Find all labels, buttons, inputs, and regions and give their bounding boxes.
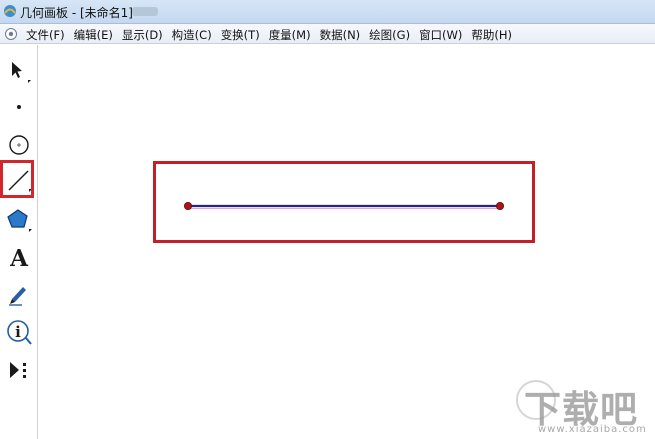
menu-help[interactable]: 帮助(H) [471, 27, 512, 43]
point-tool-button[interactable] [4, 92, 34, 122]
information-icon: i [7, 320, 32, 345]
polygon-icon [7, 209, 32, 232]
menu-file[interactable]: 文件(F) [26, 27, 65, 43]
polygon-tool-button[interactable] [4, 205, 34, 235]
menu-data[interactable]: 数据(N) [320, 27, 361, 43]
marker-pen-icon [9, 287, 26, 306]
segment-highlight-box [153, 161, 535, 243]
menu-edit[interactable]: 编辑(E) [74, 27, 113, 43]
menu-bar: 文件(F) 编辑(E) 显示(D) 构造(C) 变换(T) 度量(M) 数据(N… [0, 24, 655, 44]
marker-tool-button[interactable] [4, 279, 34, 309]
compass-circle-icon [9, 135, 29, 155]
document-icon[interactable] [4, 27, 18, 41]
text-tool-button[interactable]: A [4, 242, 34, 272]
selected-tool-highlight [0, 160, 34, 198]
menu-window[interactable]: 窗口(W) [419, 27, 462, 43]
arrow-tool-button[interactable] [4, 57, 34, 87]
toolbox: A i [0, 45, 38, 439]
arrow-select-icon [12, 62, 31, 83]
menu-transform[interactable]: 变换(T) [221, 27, 260, 43]
menu-construct[interactable]: 构造(C) [172, 27, 212, 43]
information-tool-button[interactable]: i [4, 317, 34, 347]
title-bar: 几何画板 - [未命名1] [0, 0, 655, 24]
svg-text:i: i [15, 323, 21, 341]
compass-tool-button[interactable] [4, 130, 34, 160]
custom-tool-icon [10, 362, 26, 378]
menu-display[interactable]: 显示(D) [122, 27, 163, 43]
window-title: 几何画板 - [未命名1] [20, 6, 133, 20]
point-icon [17, 105, 21, 109]
text-icon: A [9, 245, 29, 272]
menu-items: 文件(F) 编辑(E) 显示(D) 构造(C) 变换(T) 度量(M) 数据(N… [26, 27, 521, 43]
app-logo-icon [4, 5, 16, 17]
menu-graph[interactable]: 绘图(G) [369, 27, 410, 43]
custom-tool-button[interactable] [4, 355, 34, 385]
svg-text:A: A [9, 245, 29, 272]
blurred-title-region [132, 7, 158, 16]
menu-measure[interactable]: 度量(M) [269, 27, 311, 43]
watermark-url: www.xiazaiba.com [538, 424, 647, 435]
